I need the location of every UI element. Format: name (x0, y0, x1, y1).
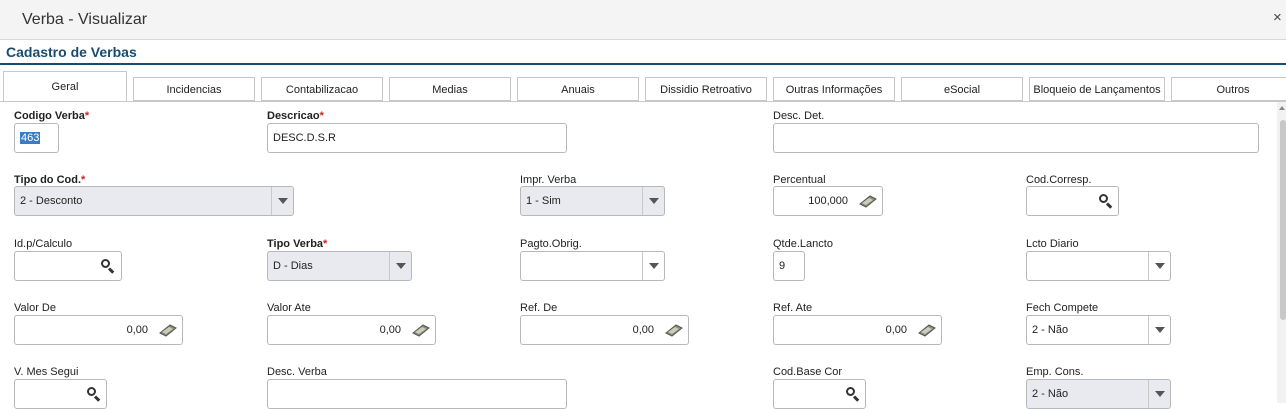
v-mes-segui-field[interactable] (14, 379, 107, 409)
tipo-cod-label: Tipo do Cod.* (14, 174, 86, 186)
tab-divider (0, 101, 1286, 102)
ref-de-label: Ref. De (520, 302, 558, 314)
chevron-down-icon[interactable] (1148, 380, 1170, 408)
tab-medias[interactable]: Medias (389, 77, 511, 101)
form-title: Cadastro de Verbas (6, 44, 137, 60)
search-icon[interactable] (101, 259, 115, 274)
lcto-diario-select[interactable] (1026, 251, 1171, 281)
lcto-diario-label: Lcto Diario (1026, 238, 1079, 250)
impr-verba-select[interactable]: 1 - Sim (520, 186, 665, 216)
tab-dissidio-retroativo[interactable]: Dissidio Retroativo (645, 77, 767, 101)
codigo-verba-field[interactable]: 463 (14, 123, 59, 153)
tab-contabilizacao[interactable]: Contabilizacao (261, 77, 383, 101)
cod-base-cor-field[interactable] (773, 379, 866, 409)
tab-geral[interactable]: Geral (3, 71, 127, 102)
search-icon[interactable] (87, 387, 101, 402)
descricao-field[interactable]: DESC.D.S.R (267, 123, 567, 153)
desc-det-label: Desc. Det. (773, 110, 825, 122)
tab-incidencias[interactable]: Incidencias (133, 77, 255, 101)
search-icon[interactable] (1099, 194, 1113, 209)
ref-de-field[interactable]: 0,00 (520, 315, 689, 345)
cod-corresp-field[interactable] (1026, 186, 1119, 216)
percentual-field[interactable]: 100,000 (773, 186, 883, 216)
title-divider (0, 63, 1286, 65)
calculator-icon[interactable] (858, 193, 878, 209)
window-title: Verba - Visualizar (22, 11, 148, 28)
pagto-obrig-label: Pagto.Obrig. (520, 238, 582, 250)
chevron-down-icon[interactable] (1148, 316, 1170, 344)
window-titlebar: Verba - Visualizar × (0, 0, 1286, 40)
chevron-down-icon[interactable] (642, 187, 664, 215)
valor-de-field[interactable]: 0,00 (14, 315, 183, 345)
desc-verba-field[interactable] (267, 379, 567, 409)
chevron-down-icon[interactable] (271, 187, 293, 215)
calculator-icon[interactable] (158, 322, 178, 338)
chevron-down-icon[interactable] (642, 252, 664, 280)
qtde-lancto-label: Qtde.Lancto (773, 238, 833, 250)
codigo-verba-label: Codigo Verba* (14, 110, 90, 122)
impr-verba-label: Impr. Verba (520, 174, 577, 186)
chevron-down-icon[interactable] (389, 252, 411, 280)
calculator-icon[interactable] (917, 322, 937, 338)
valor-de-label: Valor De (14, 302, 56, 314)
tab-anuais[interactable]: Anuais (517, 77, 639, 101)
id-calculo-label: Id.p/Calculo (14, 238, 73, 250)
ref-ate-field[interactable]: 0,00 (773, 315, 942, 345)
tab-outros[interactable]: Outros (1171, 77, 1286, 101)
scrollbar-thumb[interactable] (1280, 120, 1286, 320)
tipo-verba-label: Tipo Verba* (267, 238, 328, 250)
chevron-down-icon[interactable] (1148, 252, 1170, 280)
desc-verba-label: Desc. Verba (267, 366, 327, 378)
calculator-icon[interactable] (664, 322, 684, 338)
search-icon[interactable] (846, 387, 860, 402)
tab-esocial[interactable]: eSocial (901, 77, 1023, 101)
cod-corresp-label: Cod.Corresp. (1026, 174, 1092, 186)
cod-base-cor-label: Cod.Base Cor (773, 366, 843, 378)
valor-ate-label: Valor Ate (267, 302, 311, 314)
qtde-lancto-field[interactable]: 9 (773, 251, 805, 281)
valor-ate-field[interactable]: 0,00 (267, 315, 436, 345)
scroll-up-icon[interactable] (1279, 106, 1285, 110)
percentual-label: Percentual (773, 174, 826, 186)
fech-compete-select[interactable]: 2 - Não (1026, 315, 1171, 345)
descricao-label: Descricao* (267, 110, 324, 122)
emp-cons-select[interactable]: 2 - Não (1026, 379, 1171, 409)
emp-cons-label: Emp. Cons. (1026, 366, 1084, 378)
tab-outras-informacoes[interactable]: Outras Informações (773, 77, 895, 101)
pagto-obrig-select[interactable] (520, 251, 665, 281)
tab-bloqueio-lancamentos[interactable]: Bloqueio de Lançamentos (1029, 77, 1165, 101)
close-icon[interactable]: × (1273, 9, 1282, 26)
tipo-cod-select[interactable]: 2 - Desconto (14, 186, 294, 216)
tipo-verba-select[interactable]: D - Dias (267, 251, 412, 281)
fech-compete-label: Fech Compete (1026, 302, 1099, 314)
id-calculo-field[interactable] (14, 251, 122, 281)
v-mes-segui-label: V. Mes Segui (14, 366, 79, 378)
calculator-icon[interactable] (411, 322, 431, 338)
ref-ate-label: Ref. Ate (773, 302, 813, 314)
desc-det-field[interactable] (773, 123, 1259, 153)
